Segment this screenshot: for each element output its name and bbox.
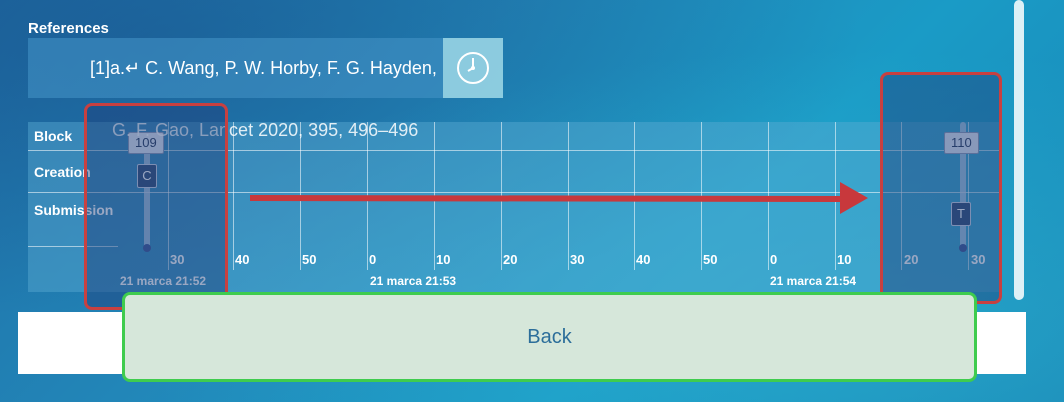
back-button[interactable]: Back — [122, 292, 977, 382]
tick-label: 30 — [570, 252, 585, 267]
clock-icon — [457, 52, 489, 84]
reference-text-line1: [1]a.↵ C. Wang, P. W. Horby, F. G. Hayde… — [90, 58, 437, 78]
tick-label: 10 — [436, 252, 451, 267]
tick-label: 0 — [369, 252, 377, 267]
tick-label: 50 — [703, 252, 718, 267]
clock-button[interactable] — [443, 38, 503, 98]
references-heading: References — [28, 20, 109, 37]
tick-label: 20 — [503, 252, 518, 267]
tick-label: 10 — [837, 252, 852, 267]
tick-label: 50 — [302, 252, 317, 267]
tick-label: 40 — [636, 252, 651, 267]
scrollbar[interactable] — [1014, 0, 1024, 300]
highlight-right-slider — [880, 72, 1002, 304]
reference-item: [1]a.↵ C. Wang, P. W. Horby, F. G. Hayde… — [28, 38, 503, 98]
highlight-left-slider — [84, 103, 228, 310]
row-label-block: Block — [34, 128, 73, 144]
time-label: 21 marca 21:54 — [770, 274, 857, 288]
grid-line — [233, 122, 234, 270]
drag-arrow-icon — [250, 182, 868, 214]
time-label: 21 marca 21:53 — [370, 274, 457, 288]
tick-label: 0 — [770, 252, 778, 267]
tick-label: 40 — [235, 252, 250, 267]
row-label-creation: Creation — [34, 164, 91, 180]
